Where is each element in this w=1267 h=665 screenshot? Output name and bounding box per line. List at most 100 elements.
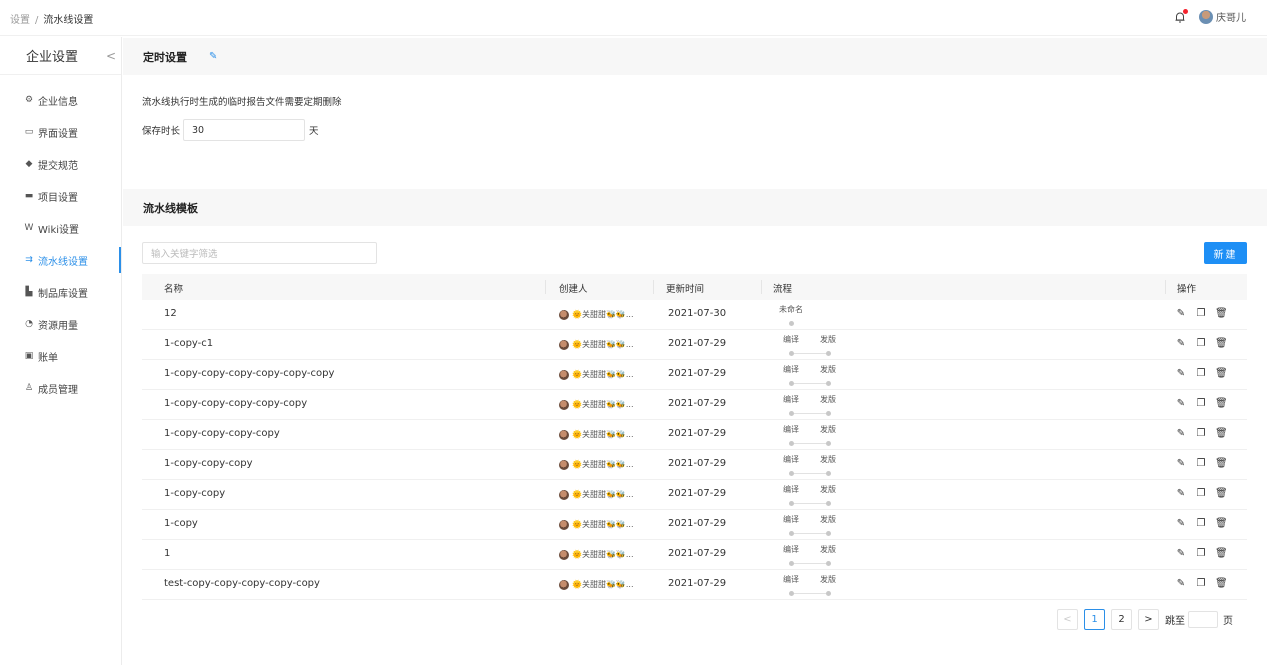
sidebar-item[interactable]: ◔ 资源用量 (0, 311, 121, 337)
delete-icon[interactable]: 🗑 (1215, 488, 1228, 499)
delete-icon[interactable]: 🗑 (1215, 398, 1228, 409)
sidebar-item[interactable]: ◆ 提交规范 (0, 151, 121, 177)
table-row[interactable]: test-copy-copy-copy-copy-copy 🌞关甜甜🐝🐝... 20… (142, 570, 1247, 600)
copy-icon[interactable]: ❐ (1195, 338, 1207, 349)
sidebar-item[interactable]: ▣ 账单 (0, 343, 121, 369)
copy-icon[interactable]: ❐ (1195, 308, 1207, 319)
edit-icon[interactable]: ✎ (1175, 308, 1187, 319)
jump-page-input[interactable] (1188, 611, 1218, 628)
sidebar-item-label: 流水线设置 (38, 256, 88, 268)
template-name[interactable]: 1-copy (164, 518, 198, 529)
table-row[interactable]: 1-copy-copy-copy-copy-copy-copy 🌞关甜甜🐝🐝...… (142, 360, 1247, 390)
new-template-button[interactable]: 新建 (1204, 242, 1247, 264)
template-name[interactable]: 1-copy-copy (164, 488, 225, 499)
table-row[interactable]: 1-copy-copy-copy-copy 🌞关甜甜🐝🐝... 2021-07-29… (142, 420, 1247, 450)
copy-icon[interactable]: ❐ (1195, 458, 1207, 469)
copy-icon[interactable]: ❐ (1195, 518, 1207, 529)
template-name[interactable]: 1-copy-copy-copy-copy-copy (164, 398, 307, 409)
sidebar-item-label: Wiki设置 (38, 224, 80, 236)
edit-icon[interactable]: ✎ (1175, 398, 1187, 409)
sidebar-item-icon: ◆ (25, 159, 33, 169)
copy-icon[interactable]: ❐ (1195, 578, 1207, 589)
sidebar-item-icon: ▭ (24, 127, 34, 137)
edit-icon[interactable]: ✎ (1175, 428, 1187, 439)
copy-icon[interactable]: ❐ (1195, 488, 1207, 499)
table-row[interactable]: 1-copy-copy-copy 🌞关甜甜🐝🐝... 2021-07-29 编译 发版 ✎… (142, 450, 1247, 480)
sidebar-item[interactable]: W Wiki设置 (0, 215, 121, 241)
delete-icon[interactable]: 🗑 (1215, 428, 1228, 439)
next-page-button[interactable]: > (1138, 609, 1159, 630)
table-row[interactable]: 1-copy 🌞关甜甜🐝🐝... 2021-07-29 编译 发版 ✎ ❐ 🗑 (142, 510, 1247, 540)
edit-icon[interactable]: ✎ (1175, 578, 1187, 589)
template-name[interactable]: 1-copy-c1 (164, 338, 213, 349)
flow-stage-dot (826, 351, 831, 356)
collapse-sidebar-icon[interactable]: < (106, 49, 116, 63)
sidebar-item[interactable]: ♙ 成员管理 (0, 375, 121, 401)
notification-bell-icon[interactable] (1173, 9, 1188, 24)
sidebar-item-icon: ▬ (24, 191, 34, 201)
copy-icon[interactable]: ❐ (1195, 428, 1207, 439)
creator-cell: 🌞关甜甜🐝🐝... (559, 579, 634, 590)
pagination: < 1 2 > 跳至 页 (1057, 609, 1236, 630)
sidebar-item[interactable]: ⇉ 流水线设置 (0, 247, 121, 273)
creator-cell: 🌞关甜甜🐝🐝... (559, 549, 634, 560)
flow-stage-dot (789, 501, 794, 506)
sidebar-item-label: 账单 (38, 352, 58, 364)
flow-connector (792, 443, 826, 444)
sidebar-item-icon: ⇉ (25, 255, 33, 265)
page-2-button[interactable]: 2 (1111, 609, 1132, 630)
delete-icon[interactable]: 🗑 (1215, 338, 1228, 349)
creator-name: 🌞关甜甜🐝🐝... (572, 460, 634, 469)
creator-avatar (559, 519, 569, 530)
delete-icon[interactable]: 🗑 (1215, 368, 1228, 379)
breadcrumb-parent[interactable]: 设置 (10, 15, 30, 26)
user-menu[interactable]: 庆哥儿 (1199, 9, 1246, 24)
updated-date: 2021-07-30 (668, 308, 727, 319)
template-name[interactable]: 1-copy-copy-copy-copy (164, 428, 280, 439)
edit-icon[interactable]: ✎ (1175, 518, 1187, 529)
edit-timer-icon[interactable]: ✎ (209, 51, 217, 62)
delete-icon[interactable]: 🗑 (1215, 308, 1228, 319)
keep-duration-input[interactable]: 30 (183, 119, 306, 141)
copy-icon[interactable]: ❐ (1195, 548, 1207, 559)
edit-icon[interactable]: ✎ (1175, 458, 1187, 469)
updated-date: 2021-07-29 (668, 488, 727, 499)
edit-icon[interactable]: ✎ (1175, 338, 1187, 349)
flow-diagram: 编译 发版 (776, 543, 856, 567)
template-name[interactable]: 1-copy-copy-copy (164, 458, 252, 469)
edit-icon[interactable]: ✎ (1175, 488, 1187, 499)
delete-icon[interactable]: 🗑 (1215, 458, 1228, 469)
creator-cell: 🌞关甜甜🐝🐝... (559, 309, 634, 320)
copy-icon[interactable]: ❐ (1195, 368, 1207, 379)
timer-section-title: 定时设置 (143, 50, 187, 64)
delete-icon[interactable]: 🗑 (1215, 578, 1228, 589)
table-row[interactable]: 1-copy-c1 🌞关甜甜🐝🐝... 2021-07-29 编译 发版 ✎ ❐ 🗑 (142, 330, 1247, 360)
copy-icon[interactable]: ❐ (1195, 398, 1207, 409)
edit-icon[interactable]: ✎ (1175, 548, 1187, 559)
sidebar-item[interactable]: ⚙ 企业信息 (0, 87, 121, 113)
sidebar-item[interactable]: ▬ 项目设置 (0, 183, 121, 209)
template-name[interactable]: test-copy-copy-copy-copy-copy (164, 578, 320, 589)
template-name[interactable]: 1 (164, 548, 170, 559)
template-section-header: 流水线模板 (123, 189, 1267, 226)
page-1-button[interactable]: 1 (1084, 609, 1105, 630)
table-row[interactable]: 1 🌞关甜甜🐝🐝... 2021-07-29 编译 发版 ✎ ❐ 🗑 (142, 540, 1247, 570)
table-row[interactable]: 1-copy-copy 🌞关甜甜🐝🐝... 2021-07-29 编译 发版 ✎ ❐ 🗑 (142, 480, 1247, 510)
delete-icon[interactable]: 🗑 (1215, 518, 1228, 529)
sidebar-item[interactable]: ▙ 制品库设置 (0, 279, 121, 305)
flow-connector (792, 563, 826, 564)
table-row[interactable]: 12 🌞关甜甜🐝🐝... 2021-07-30 未命名 ✎ ❐ 🗑 (142, 300, 1247, 330)
template-name[interactable]: 12 (164, 308, 177, 319)
updated-date: 2021-07-29 (668, 338, 727, 349)
template-name[interactable]: 1-copy-copy-copy-copy-copy-copy (164, 368, 334, 379)
flow-connector (792, 413, 826, 414)
delete-icon[interactable]: 🗑 (1215, 548, 1228, 559)
top-bar: 设置 / 流水线设置 庆哥儿 (0, 0, 1267, 36)
sidebar-item-icon: ▣ (24, 351, 34, 361)
table-row[interactable]: 1-copy-copy-copy-copy-copy 🌞关甜甜🐝🐝... 2021-… (142, 390, 1247, 420)
sidebar-item[interactable]: ▭ 界面设置 (0, 119, 121, 145)
prev-page-button[interactable]: < (1057, 609, 1078, 630)
edit-icon[interactable]: ✎ (1175, 368, 1187, 379)
template-search-input[interactable]: 输入关键字筛选 (142, 242, 377, 264)
sidebar-title: 企业设置 (26, 50, 79, 65)
